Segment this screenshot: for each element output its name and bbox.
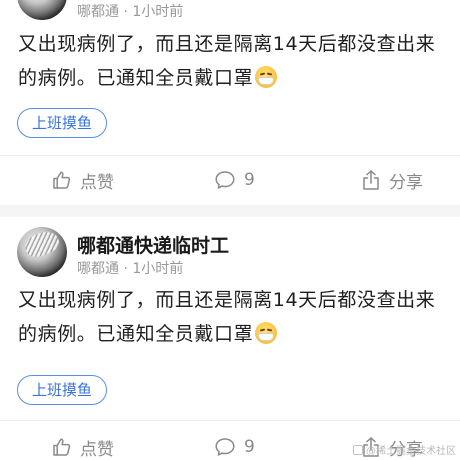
- post-content-line-text: 的病例。已通知全员戴口罩: [18, 323, 254, 345]
- topic-tag[interactable]: 上班摸鱼: [17, 108, 108, 138]
- author-avatar[interactable]: [17, 0, 67, 20]
- post-content-line-text: 的病例。已通知全员戴口罩: [18, 67, 254, 89]
- comment-button[interactable]: 9: [214, 160, 255, 200]
- post-content[interactable]: 又出现病例了，而且还是隔离14天后都没查出来 的病例。已通知全员戴口罩: [0, 283, 449, 351]
- watermark-logo-icon: [353, 444, 363, 455]
- watermark-text: @稀土掘金技术社区: [366, 446, 456, 457]
- like-button[interactable]: 点赞: [52, 427, 114, 460]
- post-content[interactable]: 又出现病例了，而且还是隔离14天后都没查出来 的病例。已通知全员戴口罩: [0, 27, 449, 95]
- author-meta: 哪都通 · 1小时前: [77, 261, 184, 277]
- divider: [0, 420, 460, 421]
- comment-bubble-icon: [215, 171, 235, 189]
- thumbs-up-icon: [53, 438, 71, 456]
- feed-page: 哪都通 · 1小时前 又出现病例了，而且还是隔离14天后都没查出来 的病例。已通…: [0, 0, 460, 460]
- comment-count: 9: [244, 170, 255, 190]
- post-content-line: 又出现病例了，而且还是隔离14天后都没查出来: [18, 289, 436, 311]
- like-label: 点赞: [80, 439, 114, 460]
- comment-count: 9: [244, 437, 255, 457]
- feed-post[interactable]: 哪都通快递临时工 哪都通 · 1小时前 又出现病例了，而且还是隔离14天后都没查…: [0, 217, 460, 460]
- thumbs-up-icon: [53, 171, 71, 189]
- post-content-line-2: 的病例。已通知全员戴口罩: [18, 61, 435, 95]
- comment-bubble-icon: [215, 438, 235, 456]
- mask-face-emoji-icon: [255, 66, 278, 88]
- author-meta: 哪都通 · 1小时前: [77, 4, 184, 20]
- author-name[interactable]: 哪都通快递临时工: [77, 231, 229, 258]
- post-content-line-2: 的病例。已通知全员戴口罩: [18, 317, 435, 351]
- post-content-line: 又出现病例了，而且还是隔离14天后都没查出来: [18, 33, 436, 55]
- comment-button[interactable]: 9: [214, 427, 255, 460]
- post-actions: 点赞 9 分享: [0, 160, 460, 200]
- like-label: 点赞: [80, 172, 114, 193]
- share-button[interactable]: 分享: [361, 160, 423, 200]
- watermark: @稀土掘金技术社区: [353, 442, 456, 457]
- share-icon: [363, 170, 379, 190]
- share-label: 分享: [389, 172, 423, 193]
- divider: [0, 155, 460, 156]
- post-separator: [0, 205, 460, 217]
- mask-face-emoji-icon: [255, 322, 278, 344]
- like-button[interactable]: 点赞: [52, 160, 114, 200]
- feed-post[interactable]: 哪都通 · 1小时前 又出现病例了，而且还是隔离14天后都没查出来 的病例。已通…: [0, 0, 460, 205]
- post-author: 哪都通快递临时工 哪都通 · 1小时前: [0, 217, 460, 289]
- topic-tag[interactable]: 上班摸鱼: [17, 375, 108, 405]
- author-avatar[interactable]: [17, 227, 67, 277]
